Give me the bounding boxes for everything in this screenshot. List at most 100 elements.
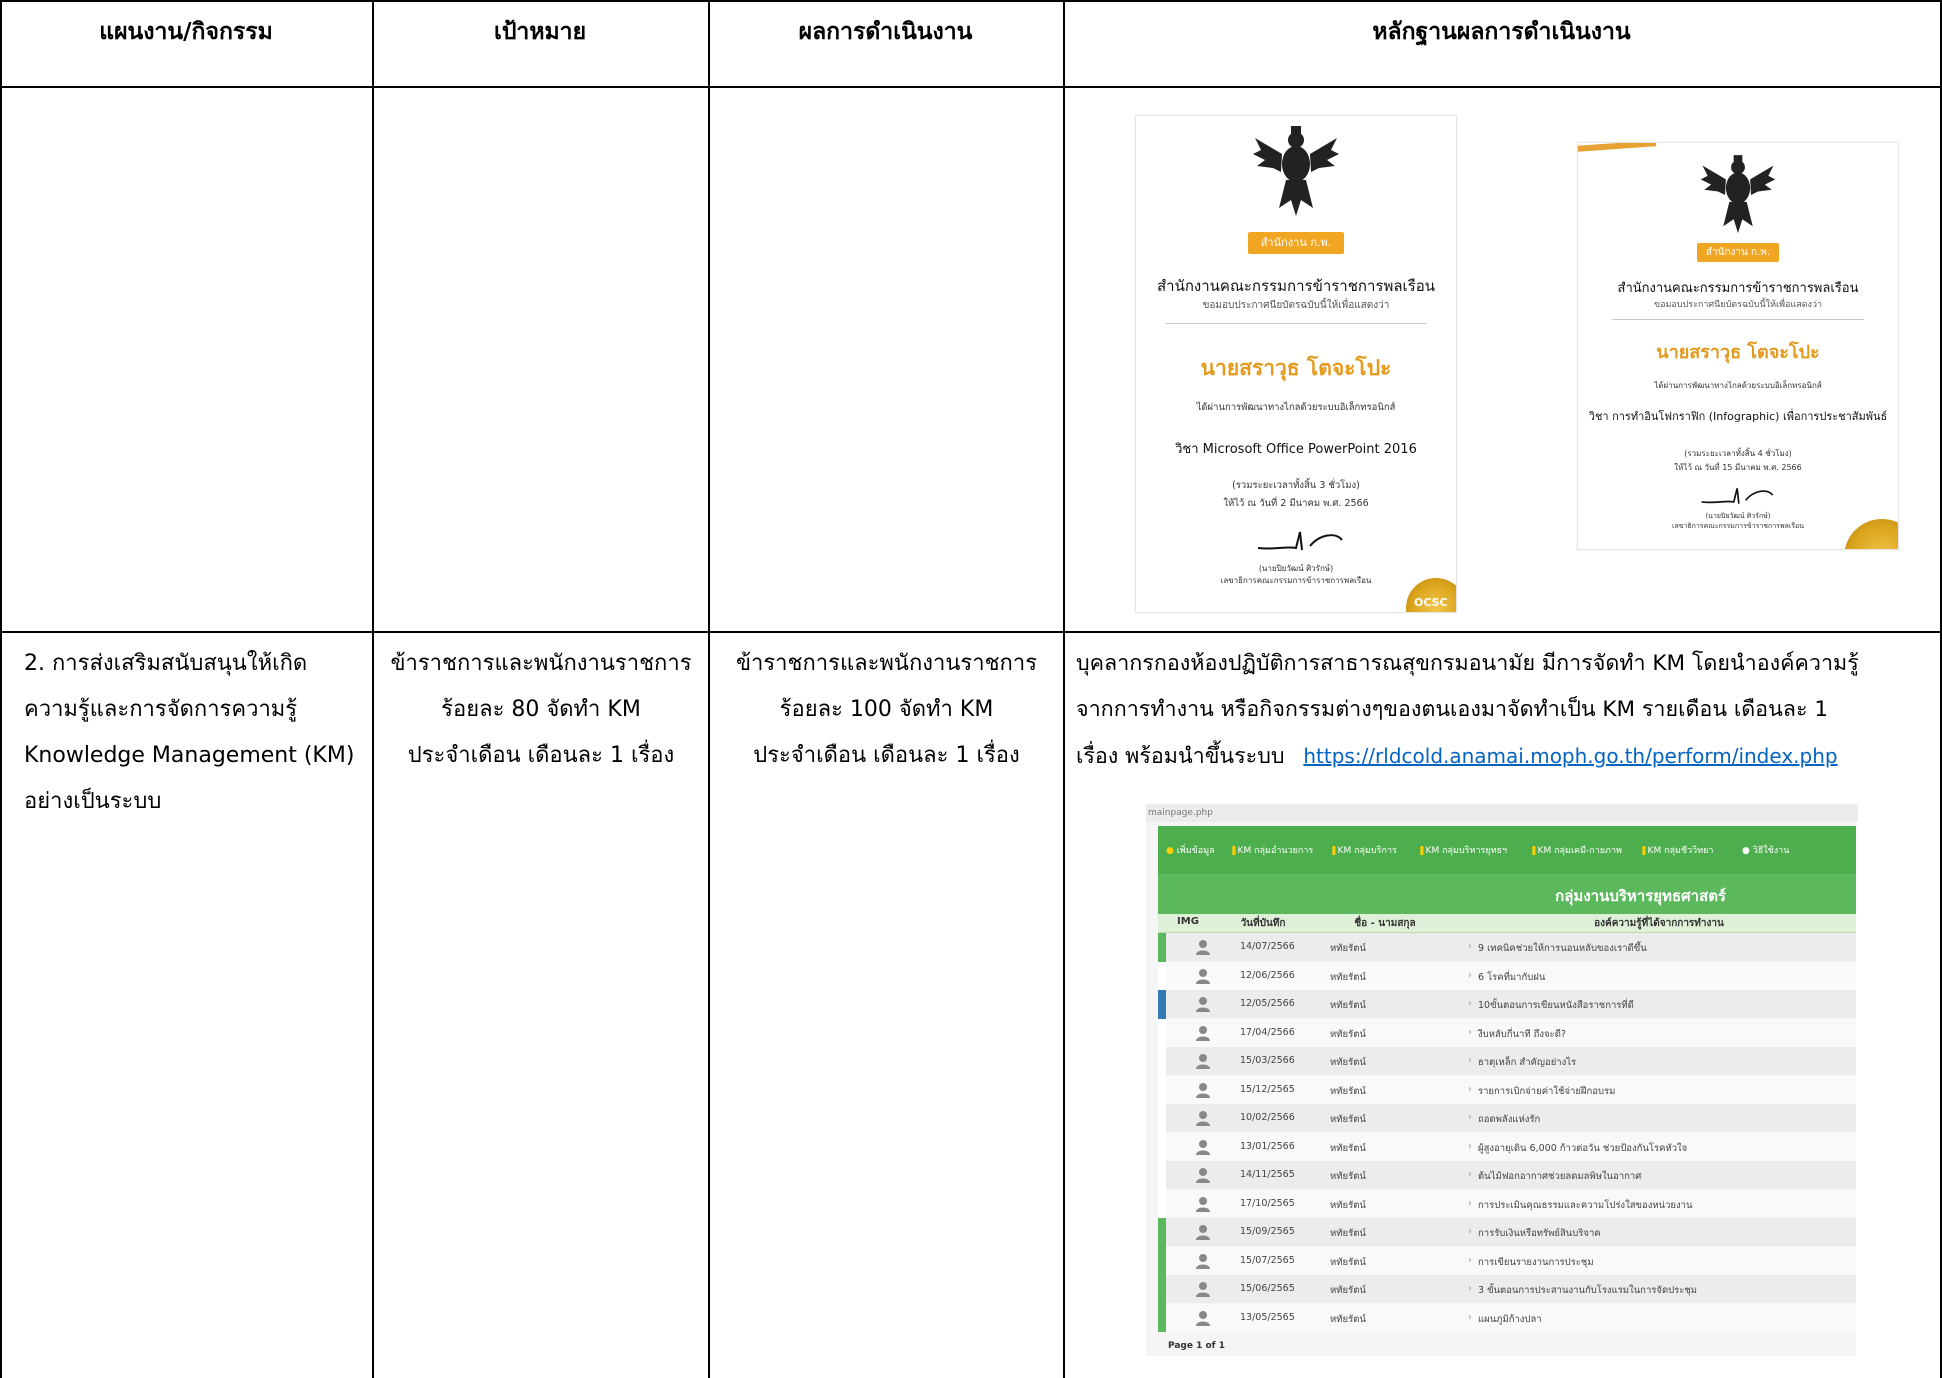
row-marker xyxy=(1158,1075,1166,1104)
evidence-line: บุคลากรกองห้องปฏิบัติการสาธารณสุขกรมอนาม… xyxy=(1076,651,1859,676)
km-table-row[interactable]: 13/01/2566 หทัยรัตน์ › ผู้สูงอายุเดิน 6,000… xyxy=(1158,1132,1856,1161)
km-table-row[interactable]: 12/06/2566 หทัยรัตน์ › 6 โรคที่มากับฝน xyxy=(1158,961,1856,990)
plan-line: 2. การส่งเสริมสนับสนุนให้เกิด xyxy=(24,651,308,676)
signature-icon xyxy=(1257,531,1343,551)
ribbon-corner xyxy=(1578,143,1656,152)
row-date: 14/11/2565 xyxy=(1240,1169,1295,1180)
km-table-row[interactable]: 14/11/2565 หทัยรัตน์ › ต้นไม้ฟอกอากาศช่วยลด… xyxy=(1158,1161,1856,1190)
row-name: หทัยรัตน์ xyxy=(1330,1171,1366,1182)
bullet-icon: › xyxy=(1468,1055,1472,1066)
row-topic: ธาตุเหล็ก สำคัญอย่างไร xyxy=(1478,1057,1577,1068)
plus-circle-icon: ● xyxy=(1166,846,1174,856)
group-title-band: กลุ่มงานบริหารยุทธศาสตร์ xyxy=(1158,874,1856,914)
row-marker xyxy=(1158,1047,1166,1076)
row-name: หทัยรัตน์ xyxy=(1330,1256,1366,1268)
nav-km-service[interactable]: ❚KM กลุ่มบริการ xyxy=(1330,843,1397,857)
nav-km-admin[interactable]: ❚KM กลุ่มอำนวยการ xyxy=(1230,843,1313,857)
km-nav-bar: ● เพิ่มข้อมูล ❚KM กลุ่มอำนวยการ ❚KM กลุ่… xyxy=(1158,826,1856,874)
row-date: 12/05/2566 xyxy=(1240,998,1295,1009)
km-table-header: IMG วันที่บันทึก ชื่อ - นามสกุล องค์ความ… xyxy=(1158,914,1856,933)
row-name: หทัยรัตน์ xyxy=(1330,1142,1366,1154)
km-table-row[interactable]: 17/10/2565 หทัยรัตน์ › การประเมินคุณธรรมและ… xyxy=(1158,1189,1856,1218)
user-avatar-icon xyxy=(1196,968,1210,984)
col-topic: องค์ความรู้ที่ได้จากการทำงาน xyxy=(1594,918,1724,929)
nav-km-strategy[interactable]: ❚KM กลุ่มบริหารยุทธฯ xyxy=(1418,843,1507,857)
garuda-emblem-icon xyxy=(1253,126,1339,216)
evidence-line: จากการทำงาน หรือกิจกรรมต่างๆของตนเองมาจั… xyxy=(1076,697,1829,722)
km-table-row[interactable]: 15/09/2565 หทัยรัตน์ › การรับเงินหรือทรัพย์… xyxy=(1158,1218,1856,1247)
pagination: Page 1 of 1 xyxy=(1168,1341,1225,1351)
user-avatar-icon xyxy=(1196,1310,1210,1326)
result-line: ร้อยละ 100 จัดทำ KM xyxy=(779,697,994,722)
bullet-icon: › xyxy=(1468,941,1472,952)
ocsc-logo: สำนักงาน ก.พ. xyxy=(1697,243,1779,262)
row-name: หทัยรัตน์ xyxy=(1330,1228,1366,1239)
km-table-row[interactable]: 10/02/2566 หทัยรัตน์ › ถอดพลังแห่งรัก xyxy=(1158,1104,1856,1133)
bullet-icon: › xyxy=(1468,1254,1472,1266)
row-topic: รายการเบิกจ่ายค่าใช้จ่ายฝึกอบรม xyxy=(1478,1085,1616,1097)
signer-title: เลขาธิการคณะกรรมการข้าราชการพลเรือน xyxy=(1672,522,1804,530)
row-name: หทัยรัตน์ xyxy=(1330,1313,1366,1325)
row-date: 15/12/2565 xyxy=(1240,1083,1295,1095)
km-table-row[interactable]: 17/04/2566 หทัยรัตน์ › งีบหลับกี่นาที ถึงจะ… xyxy=(1158,1018,1856,1047)
bullet-icon: › xyxy=(1468,1226,1472,1237)
row-marker xyxy=(1158,1132,1166,1161)
bullet-icon: › xyxy=(1468,1283,1472,1294)
row-topic: 3 ขั้นตอนการประสานงานกับโรงแรมในการจัดปร… xyxy=(1478,1285,1698,1296)
divider xyxy=(1166,323,1426,324)
row-topic: การเขียนรายงานการประชุม xyxy=(1478,1256,1594,1268)
target-cell: ข้าราชการและพนักงานราชการ ร้อยละ 80 จัดท… xyxy=(374,641,708,779)
certificate-infographic: สำนักงาน ก.พ. สำนักงานคณะกรรมการข้าราชกา… xyxy=(1577,142,1899,550)
row-divider xyxy=(0,631,1942,633)
km-table-row[interactable]: 15/06/2565 หทัยรัตน์ › 3 ขั้นตอนการประสานงา… xyxy=(1158,1275,1856,1304)
row-marker xyxy=(1158,1218,1166,1247)
nav-add-data[interactable]: ● เพิ่มข้อมูล xyxy=(1166,843,1215,857)
km-table-row[interactable]: 15/12/2565 หทัยรัตน์ › รายการเบิกจ่ายค่าใช้… xyxy=(1158,1075,1856,1104)
row-name: หทัยรัตน์ xyxy=(1330,1057,1366,1068)
user-avatar-icon xyxy=(1196,1054,1210,1069)
bookmark-icon: ❚ xyxy=(1330,846,1338,856)
row-topic: ต้นไม้ฟอกอากาศช่วยลดมลพิษในอากาศ xyxy=(1478,1171,1642,1182)
course-hours: (รวมระยะเวลาทั้งสิ้น 3 ชั่วโมง) xyxy=(1232,480,1360,491)
user-avatar-icon xyxy=(1196,997,1210,1012)
table-border-left xyxy=(0,0,2,1378)
nav-km-biology[interactable]: ❚KM กลุ่มชีววิทยา xyxy=(1640,843,1713,857)
km-table-row[interactable]: 15/03/2566 หทัยรัตน์ › ธาตุเหล็ก สำคัญอย่าง… xyxy=(1158,1047,1856,1076)
row-topic: 9 เทคนิคช่วยให้การนอนหลับของเราดีขึ้น xyxy=(1478,943,1647,954)
col-date: วันที่บันทึก xyxy=(1240,918,1286,929)
info-icon: ● xyxy=(1742,846,1750,856)
recipient-name: นายสราวุธ โตจะโปะ xyxy=(1200,356,1392,380)
km-table-row[interactable]: 14/07/2566 หทัยรัตน์ › 9 เทคนิคช่วยให้การนอ… xyxy=(1158,933,1856,962)
row-topic: การรับเงินหรือทรัพย์สินบริจาค xyxy=(1478,1228,1601,1239)
km-table-row[interactable]: 15/07/2565 หทัยรัตน์ › การเขียนรายงานการประ… xyxy=(1158,1246,1856,1275)
bullet-icon: › xyxy=(1468,969,1472,981)
report-table: แผนงาน/กิจกรรม เป้าหมาย ผลการดำเนินงาน ห… xyxy=(0,0,1942,1378)
result-cell: ข้าราชการและพนักงานราชการ ร้อยละ 100 จัด… xyxy=(710,641,1063,779)
group-title: กลุ่มงานบริหารยุทธศาสตร์ xyxy=(1555,887,1726,905)
header-divider xyxy=(0,86,1942,88)
user-avatar-icon xyxy=(1196,940,1210,955)
row-name: หทัยรัตน์ xyxy=(1330,1199,1366,1211)
user-avatar-icon xyxy=(1196,1196,1210,1212)
header-result: ผลการดำเนินงาน xyxy=(798,19,973,45)
result-line: ข้าราชการและพนักงานราชการ xyxy=(735,651,1038,676)
bullet-icon: › xyxy=(1468,998,1472,1009)
nav-help[interactable]: ● วิธีใช้งาน xyxy=(1742,843,1789,857)
row-marker xyxy=(1158,1161,1166,1190)
km-table-row[interactable]: 12/05/2566 หทัยรัตน์ › 10ขั้นตอนการเขียนหนั… xyxy=(1158,990,1856,1019)
address-bar: mainpage.php xyxy=(1146,804,1858,822)
header-plan: แผนงาน/กิจกรรม xyxy=(99,19,273,45)
km-table-row[interactable]: 13/05/2565 หทัยรัตน์ › แผนภูมิก้างปลา xyxy=(1158,1303,1856,1332)
row-name: หทัยรัตน์ xyxy=(1330,971,1366,983)
row-date: 15/09/2565 xyxy=(1240,1226,1295,1237)
row-date: 17/10/2565 xyxy=(1240,1197,1295,1209)
user-avatar-icon xyxy=(1196,1253,1210,1269)
nav-km-chemistry[interactable]: ❚KM กลุ่มเคมี-กายภาพ xyxy=(1530,843,1622,857)
garuda-emblem-icon xyxy=(1700,155,1776,234)
issue-date: ให้ไว้ ณ วันที่ 15 มีนาคม พ.ศ. 2566 xyxy=(1674,463,1802,472)
user-avatar-icon xyxy=(1196,1168,1210,1183)
certificate-passed: ได้ผ่านการพัฒนาทางไกลด้วยระบบอิเล็กทรอนิ… xyxy=(1654,381,1822,390)
row-name: หทัยรัตน์ xyxy=(1330,1000,1366,1011)
evidence-link[interactable]: https://rldcold.anamai.moph.go.th/perfor… xyxy=(1303,744,1837,768)
row-name: หทัยรัตน์ xyxy=(1330,1085,1366,1097)
